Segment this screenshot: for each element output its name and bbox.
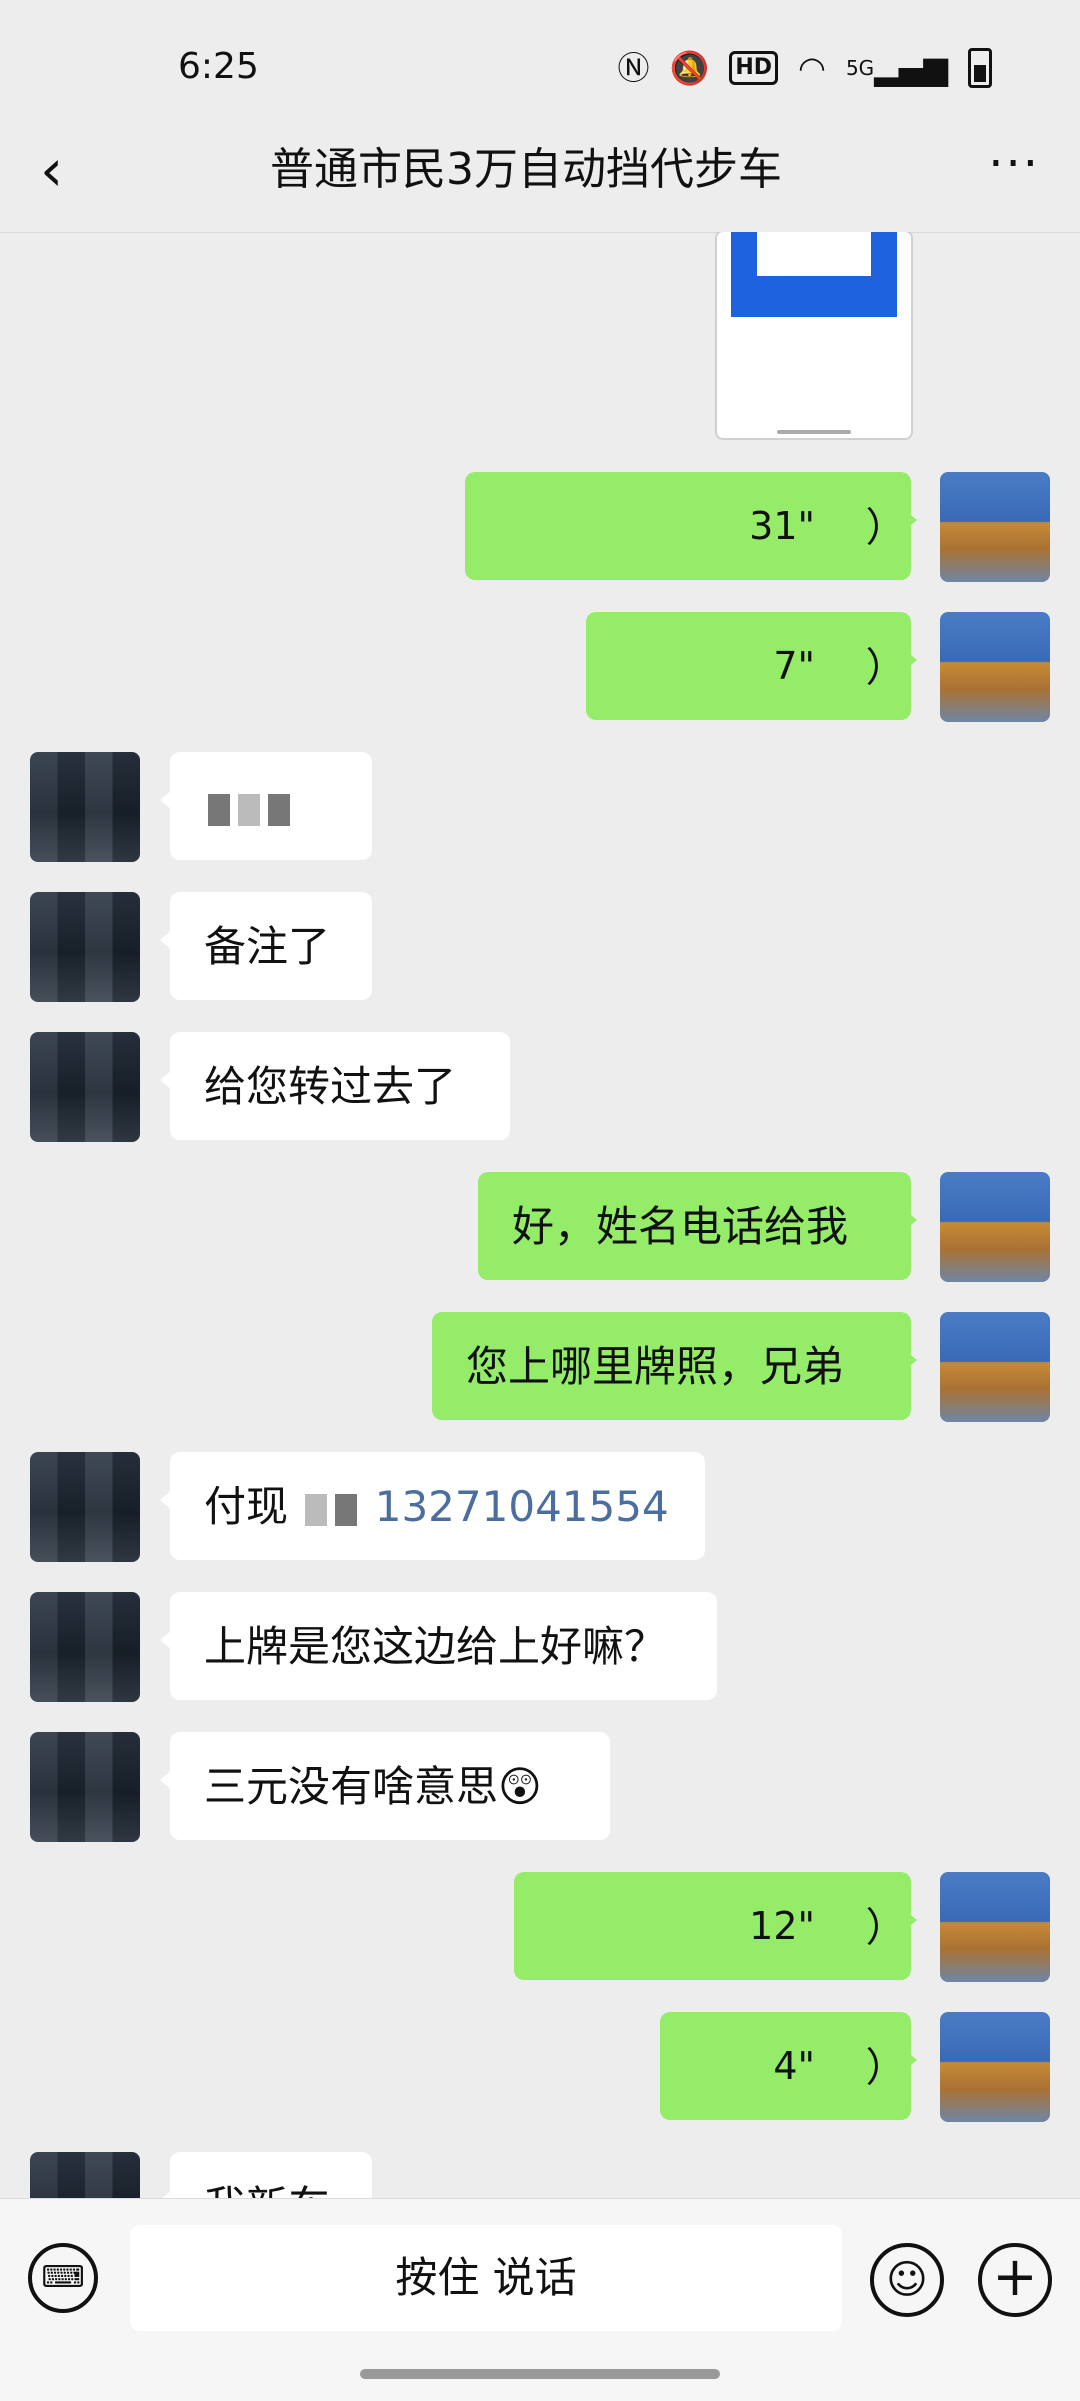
hd-icon: HD (729, 51, 779, 85)
5g-signal-icon: 5G▂▄▆ (845, 49, 948, 87)
contact-avatar[interactable] (30, 1452, 140, 1562)
my-avatar[interactable] (940, 612, 1050, 722)
message-prefix: 付现 (204, 1482, 289, 1531)
voice-message[interactable]: 31" ⌒ (465, 472, 917, 580)
voice-duration: 12" (749, 1904, 815, 1948)
voice-duration: 31" (749, 504, 815, 548)
contact-avatar[interactable] (30, 1032, 140, 1142)
battery-icon (968, 48, 992, 88)
image-message[interactable] (715, 232, 913, 440)
status-time: 6:25 (178, 46, 259, 87)
text-message[interactable]: 您上哪里牌照，兄弟 (432, 1312, 917, 1420)
voice-wave-icon: ⌒ (834, 506, 880, 546)
plus-icon[interactable]: + (978, 2243, 1052, 2317)
image-bar (777, 430, 851, 434)
my-avatar[interactable] (940, 472, 1050, 582)
contact-avatar[interactable] (30, 1732, 140, 1842)
home-indicator[interactable] (360, 2369, 720, 2379)
voice-message[interactable]: 7" ⌒ (586, 612, 917, 720)
contact-avatar[interactable] (30, 2152, 140, 2198)
chat-header: ‹ 普通市民3万自动挡代步车 ··· (0, 110, 1080, 233)
nfc-icon: Ⓝ (617, 49, 650, 87)
emoji-icon[interactable]: ☺ (870, 2243, 944, 2317)
my-avatar[interactable] (940, 1872, 1050, 1982)
voice-wave-icon: ⌒ (834, 1906, 880, 1946)
more-options-icon[interactable]: ··· (988, 136, 1040, 192)
text-message[interactable]: 好，姓名电话给我 (478, 1172, 917, 1280)
input-bar: ⌨ 按住 说话 ☺ + (0, 2198, 1080, 2401)
text-message[interactable]: 备注了 (160, 892, 372, 1000)
obscured-message[interactable] (160, 752, 372, 860)
voice-duration: 4" (773, 2044, 815, 2088)
status-icons: Ⓝ 🔕 HD ◠ 5G▂▄▆ (617, 48, 992, 88)
redaction-block (335, 1493, 358, 1526)
voice-message[interactable]: 12" ⌒ (514, 1872, 917, 1980)
redaction-block (268, 793, 290, 826)
my-avatar[interactable] (940, 1172, 1050, 1282)
text-message[interactable]: 上牌是您这边给上好嘛？ (160, 1592, 717, 1700)
my-avatar[interactable] (940, 2012, 1050, 2122)
mute-icon: 🔕 (669, 49, 710, 87)
voice-duration: 7" (773, 644, 815, 688)
my-avatar[interactable] (940, 1312, 1050, 1422)
redaction-block (238, 793, 260, 826)
message-list[interactable]: 31" ⌒ 7" ⌒ 备注了 给您转过去了 好，姓名电话给我 您上哪里牌照，兄弟… (0, 232, 1080, 2198)
text-message[interactable]: 给您转过去了 (160, 1032, 510, 1140)
contact-avatar[interactable] (30, 892, 140, 1002)
text-message[interactable]: 付现 13271041554 (160, 1452, 705, 1560)
back-arrow-icon[interactable]: ‹ (40, 140, 100, 200)
text-message[interactable]: 我新车 (160, 2152, 372, 2198)
chat-title: 普通市民3万自动挡代步车 (270, 144, 782, 195)
voice-message[interactable]: 4" ⌒ (660, 2012, 917, 2120)
text-message[interactable]: 三元没有啥意思😲 (160, 1732, 610, 1840)
voice-wave-icon: ⌒ (834, 646, 880, 686)
keyboard-icon[interactable]: ⌨ (28, 2243, 98, 2313)
hold-to-talk-button[interactable]: 按住 说话 (130, 2225, 842, 2331)
redaction (301, 1482, 361, 1531)
contact-avatar[interactable] (30, 752, 140, 862)
contact-avatar[interactable] (30, 1592, 140, 1702)
redaction-block (305, 1493, 328, 1526)
wifi-icon: ◠ (798, 49, 826, 87)
qr-code-area (757, 232, 871, 276)
voice-wave-icon: ⌒ (834, 2046, 880, 2086)
phone-number[interactable]: 13271041554 (375, 1482, 669, 1531)
redaction-block (208, 793, 230, 826)
